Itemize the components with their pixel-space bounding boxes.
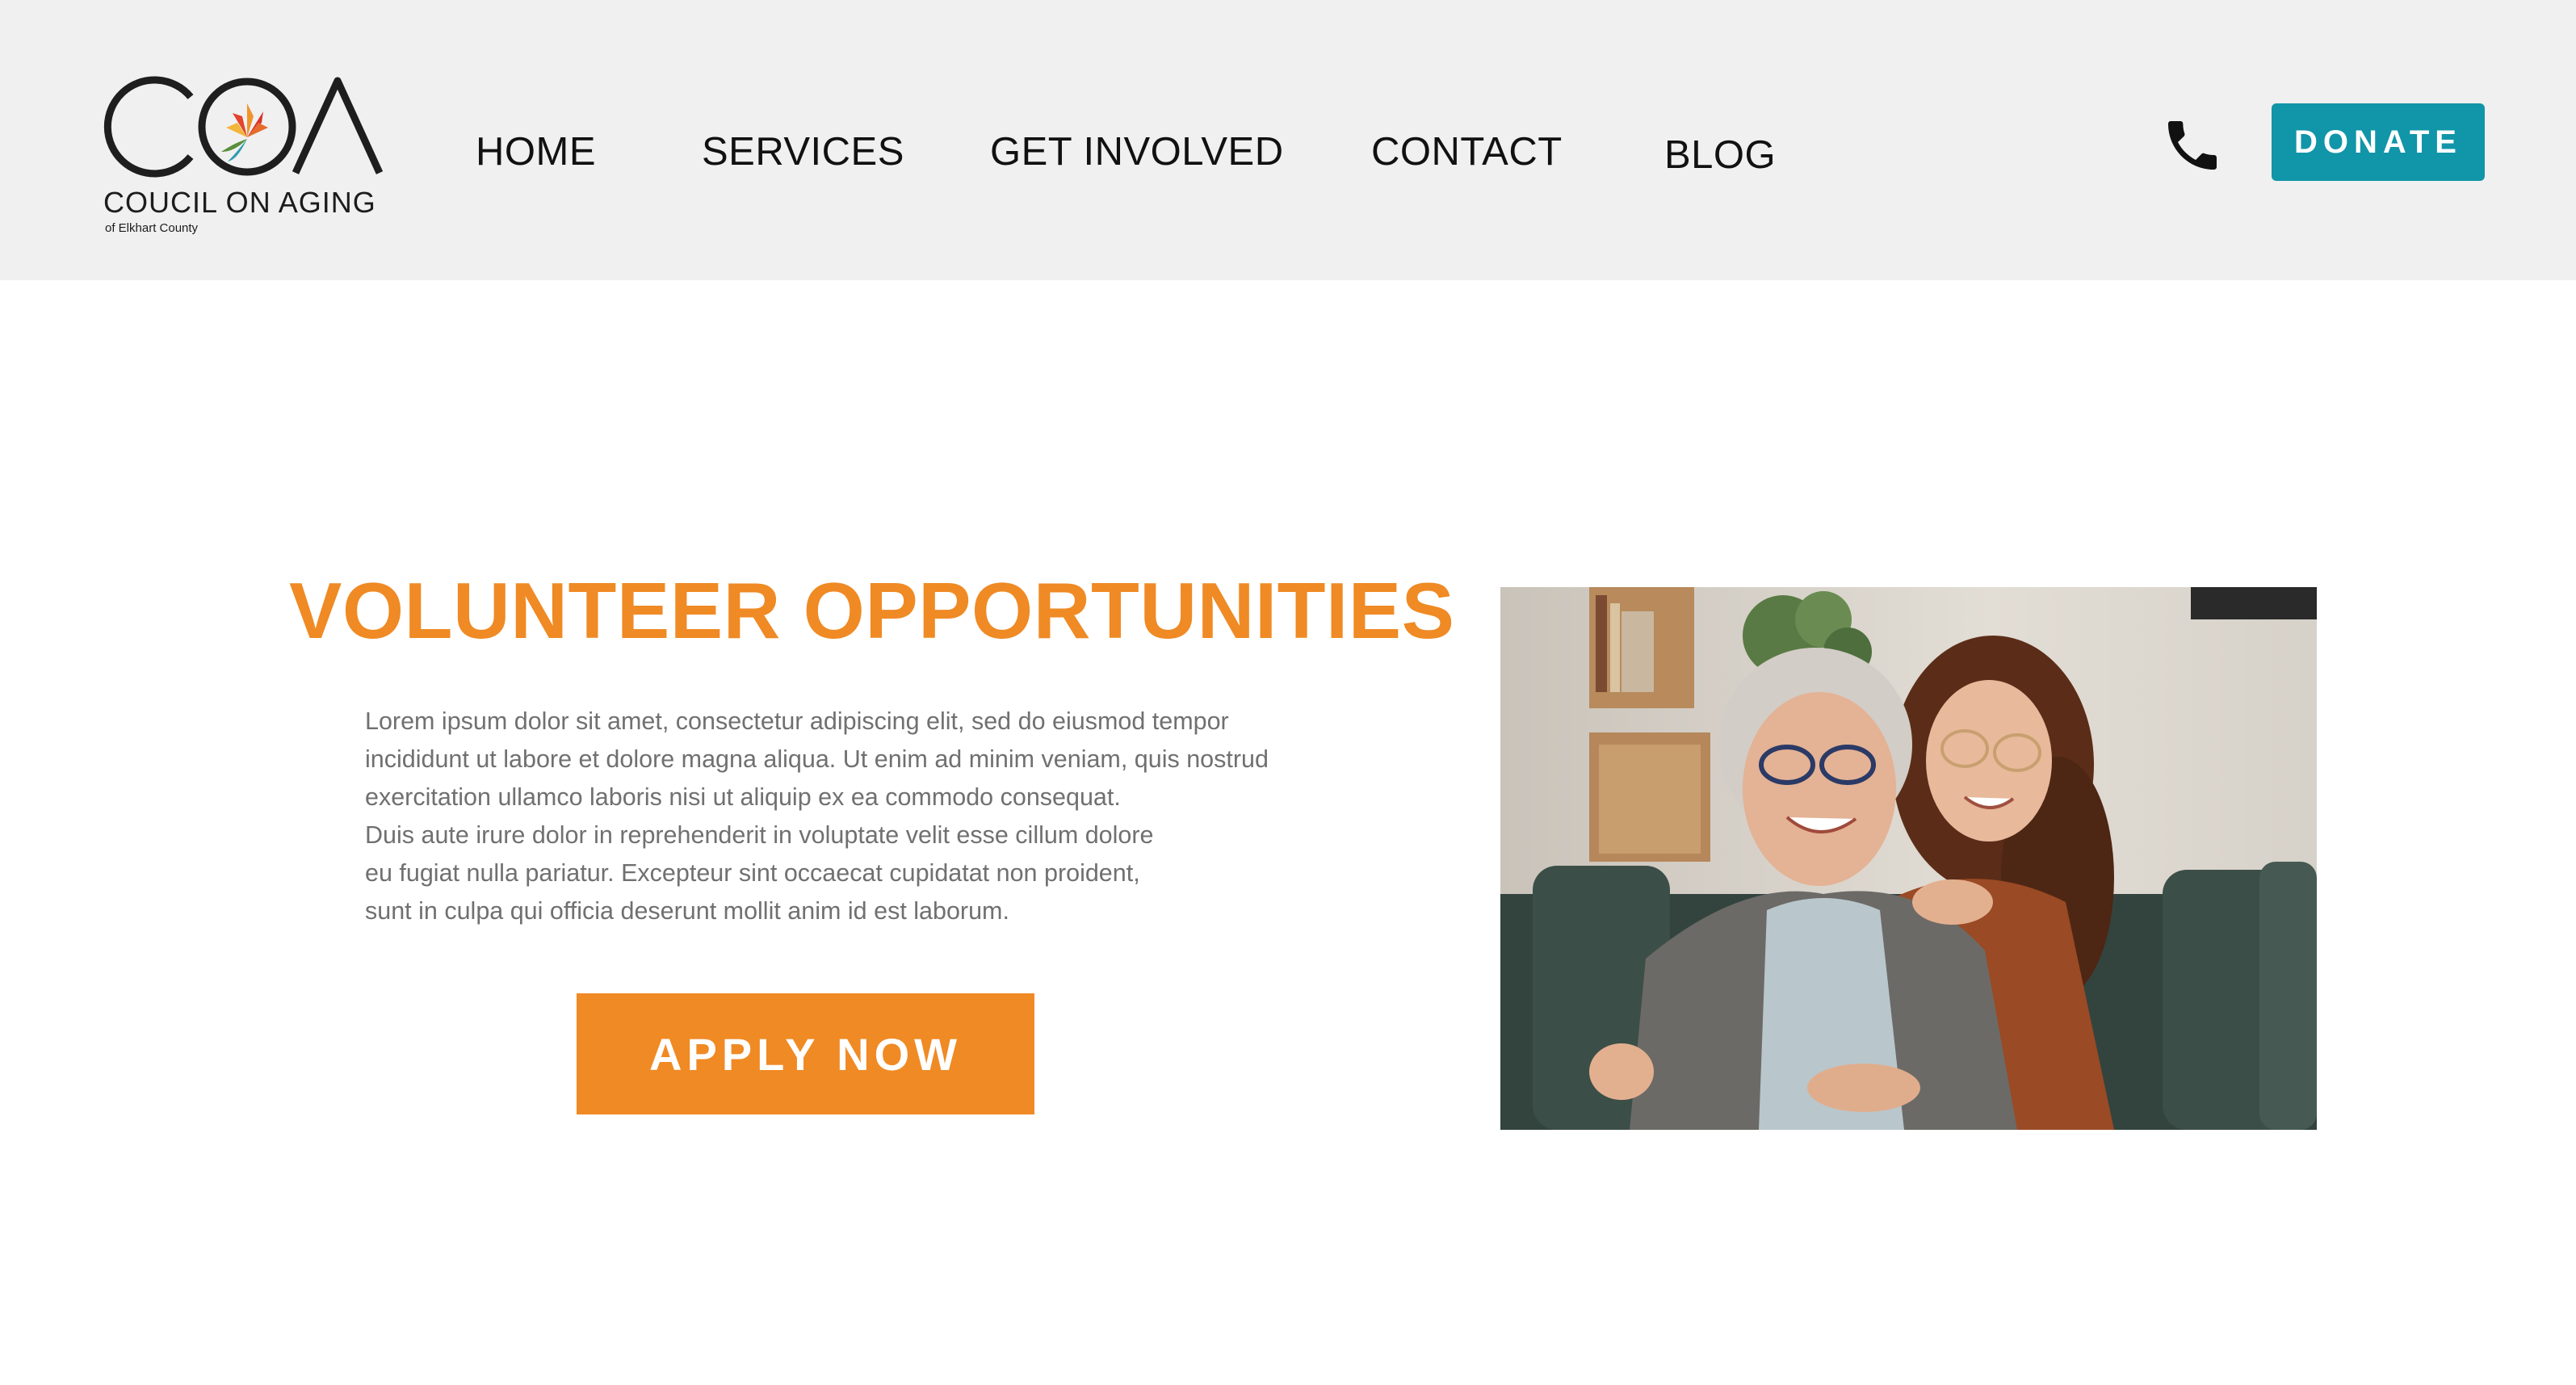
donate-button[interactable]: DONATE [2272,103,2485,181]
nav-contact[interactable]: CONTACT [1371,129,1563,174]
paragraph-line: incididunt ut labore et dolore magna ali… [365,745,1269,773]
paragraph-line: Duis aute irure dolor in reprehenderit i… [365,821,1154,849]
paragraph-line: exercitation ullamco laboris nisi ut ali… [365,783,1121,811]
nav-home[interactable]: HOME [476,129,596,174]
page-title: VOLUNTEER OPPORTUNITIES [289,566,1455,655]
nav-get-involved[interactable]: GET INVOLVED [990,129,1284,174]
photo-illustration [1500,587,2317,1130]
site-header: COUCIL ON AGING of Elkhart County HOME S… [0,0,2576,280]
paragraph-line: Lorem ipsum dolor sit amet, consectetur … [365,707,1229,735]
paragraph-line: eu fugiat nulla pariatur. Excepteur sint… [365,859,1140,887]
flower-icon [221,103,268,162]
logo-name: COUCIL ON AGING [103,186,376,219]
intro-paragraph: Lorem ipsum dolor sit amet, consectetur … [365,703,1334,930]
apply-now-button[interactable]: APPLY NOW [577,993,1034,1114]
volunteer-photo [1500,587,2317,1130]
coa-logo[interactable]: COUCIL ON AGING of Elkhart County [95,74,402,244]
nav-services[interactable]: SERVICES [702,129,904,174]
nav-blog[interactable]: BLOG [1664,132,1776,178]
logo-mark [103,76,384,178]
paragraph-line: sunt in culpa qui officia deserunt molli… [365,897,1009,925]
logo-subtitle: of Elkhart County [105,221,199,235]
phone-icon[interactable] [2160,113,2225,178]
